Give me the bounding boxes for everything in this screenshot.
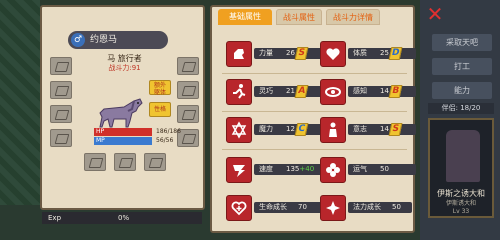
character-name-bar: ♂ 约恩马 bbox=[68, 31, 168, 49]
stat-luck: 运气 50 bbox=[348, 164, 416, 175]
stat-speed-value-group: 135+40 bbox=[286, 164, 314, 175]
sidebar-button-3[interactable]: 能力 bbox=[432, 82, 492, 99]
eye-icon bbox=[320, 79, 346, 105]
stat-physique-value: 25 bbox=[380, 49, 389, 57]
stat-life-growth: 生命成长 70 bbox=[254, 202, 326, 213]
exp-bar: Exp 0% bbox=[42, 212, 202, 224]
character-panel: ♂ 约恩马 马 旅行者 战斗力:91 额外 躯体 性格 HP 186/186 M… bbox=[40, 5, 205, 210]
tab-combat-attributes[interactable]: 战斗属性 bbox=[276, 9, 322, 25]
mp-bar: MP 56/56 bbox=[94, 137, 194, 145]
mp-value: 56/56 bbox=[156, 137, 174, 144]
clover-icon bbox=[320, 157, 346, 183]
stat-agility-label: 灵巧 bbox=[259, 87, 273, 95]
stat-luck-label: 运气 bbox=[353, 165, 367, 173]
heart-plus-icon bbox=[226, 195, 252, 221]
extra-body-button[interactable]: 额外 躯体 bbox=[149, 80, 171, 96]
hp-bar: HP 186/186 bbox=[94, 128, 194, 136]
stat-mana-growth-label: 法力成长 bbox=[353, 203, 381, 211]
stat-perception-label: 感知 bbox=[353, 87, 367, 95]
hp-value: 186/186 bbox=[156, 128, 181, 135]
stat-life-growth-value: 70 bbox=[298, 203, 307, 211]
mp-label: MP bbox=[96, 137, 105, 144]
companion-counter: 伴侣: 18/20 bbox=[428, 103, 494, 114]
horse-sprite bbox=[99, 98, 143, 128]
stat-mana-growth-value: 50 bbox=[392, 203, 401, 211]
stat-agility: 灵巧 21 bbox=[254, 86, 322, 97]
background-left bbox=[0, 0, 40, 240]
speed-icon bbox=[226, 157, 252, 183]
stat-strength-value: 26 bbox=[286, 49, 295, 57]
equipment-slot[interactable] bbox=[114, 153, 136, 171]
equipment-slot[interactable] bbox=[84, 153, 106, 171]
stat-perception: 感知 14 bbox=[348, 86, 416, 97]
companion-name: 伊斯之诱大和 bbox=[437, 189, 485, 198]
stat-speed-label: 速度 bbox=[259, 165, 273, 173]
male-icon: ♂ bbox=[71, 33, 85, 47]
stat-perception-value: 14 bbox=[380, 87, 389, 95]
companion-portrait[interactable]: 伊斯之诱大和 伊斯诱大和 Lv 33 bbox=[428, 118, 494, 218]
exp-label: Exp bbox=[48, 214, 62, 222]
companion-subtitle: 伊斯诱大和 Lv 33 bbox=[445, 200, 476, 215]
stat-strength-label: 力量 bbox=[259, 49, 273, 57]
background-right-sidebar: 采取天吧 打工 能力 伴侣: 18/20 伊斯之诱大和 伊斯诱大和 Lv 33 bbox=[420, 0, 500, 240]
stat-mana-growth: 法力成长 50 bbox=[348, 202, 412, 213]
stat-life-growth-label: 生命成长 bbox=[259, 203, 287, 211]
stat-willpower-value: 14 bbox=[380, 125, 389, 133]
close-icon[interactable]: ✕ bbox=[425, 4, 445, 24]
stat-physique: 体质 25 bbox=[348, 48, 416, 59]
stat-luck-value: 50 bbox=[380, 165, 389, 173]
fist-icon bbox=[226, 41, 252, 67]
equipment-slot[interactable] bbox=[50, 129, 72, 147]
tab-power-details[interactable]: 战斗力详情 bbox=[326, 9, 380, 25]
stats-panel: 基础属性 战斗属性 战斗力详情 力量 26 S 体质 25 D 灵巧 21 A … bbox=[210, 5, 416, 233]
equipment-slot[interactable] bbox=[144, 153, 166, 171]
mana-icon bbox=[320, 195, 346, 221]
equipment-slot[interactable] bbox=[50, 57, 72, 75]
stat-willpower: 意志 14 bbox=[348, 124, 416, 135]
character-name: 约恩马 bbox=[90, 35, 118, 45]
hexagram-icon bbox=[226, 117, 252, 143]
equipment-slot[interactable] bbox=[177, 105, 199, 123]
stat-magic-value: 12 bbox=[286, 125, 295, 133]
equipment-slot[interactable] bbox=[177, 81, 199, 99]
heart-icon bbox=[320, 41, 346, 67]
stat-magic: 魔力 12 bbox=[254, 124, 322, 135]
stat-agility-value: 21 bbox=[286, 87, 295, 95]
stat-magic-label: 魔力 bbox=[259, 125, 273, 133]
hp-label: HP bbox=[96, 128, 105, 135]
stat-speed-value: 135 bbox=[286, 165, 300, 173]
divider bbox=[222, 111, 407, 112]
divider bbox=[222, 149, 407, 150]
companion-figure bbox=[446, 130, 480, 182]
tab-basic-attributes[interactable]: 基础属性 bbox=[218, 9, 272, 25]
sidebar-button-2[interactable]: 打工 bbox=[432, 58, 492, 75]
equipment-slot[interactable] bbox=[50, 105, 72, 123]
stat-willpower-label: 意志 bbox=[353, 125, 367, 133]
stat-strength: 力量 26 bbox=[254, 48, 322, 59]
equipment-slot[interactable] bbox=[177, 57, 199, 75]
stat-physique-label: 体质 bbox=[353, 49, 367, 57]
talent-button[interactable]: 性格 bbox=[149, 102, 171, 117]
exp-value: 0% bbox=[118, 214, 130, 222]
stat-speed-bonus: +40 bbox=[299, 165, 315, 173]
running-icon bbox=[226, 79, 252, 105]
equipment-slot[interactable] bbox=[50, 81, 72, 99]
figure-icon bbox=[320, 117, 346, 143]
sidebar-button-1[interactable]: 采取天吧 bbox=[432, 34, 492, 51]
divider bbox=[222, 73, 407, 74]
